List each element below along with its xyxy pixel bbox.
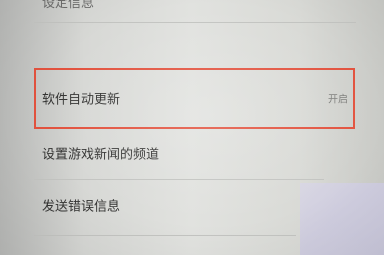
settings-item-auto-update[interactable]: 软件自动更新 开启 [34, 73, 356, 123]
auto-update-label: 软件自动更新 [42, 92, 121, 108]
error-report-label: 发送错误信息 [42, 199, 121, 215]
glare-patch [300, 183, 384, 255]
settings-item-top-partial[interactable]: 设定信息 [42, 0, 94, 11]
news-channel-label: 设置游戏新闻的频道 [42, 147, 160, 163]
settings-item-news-channel[interactable]: 设置游戏新闻的频道 [34, 128, 356, 178]
divider [34, 22, 356, 23]
settings-item-top-label: 设定信息 [42, 0, 95, 11]
divider [34, 235, 296, 236]
auto-update-status[interactable]: 开启 [328, 91, 348, 106]
